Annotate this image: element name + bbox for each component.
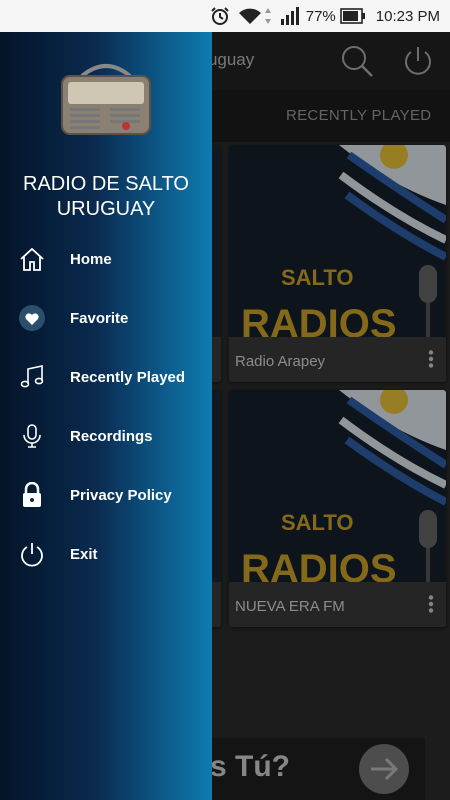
music-note-icon (18, 363, 46, 391)
menu-item-label: Privacy Policy (70, 486, 172, 504)
battery-percent: 77% (305, 7, 336, 25)
menu-item-label: Exit (70, 545, 98, 563)
app-name: RADIO DE SALTO URUGUAY (0, 172, 212, 222)
battery-icon (339, 8, 366, 24)
menu-item-label: Recently Played (70, 368, 186, 386)
menu-item-label: Home (70, 250, 112, 268)
menu-item-recordings[interactable]: Recordings (0, 409, 212, 463)
status-bar: 77% 10:23 PM (0, 0, 450, 32)
microphone-icon (18, 422, 46, 450)
menu-item-label: Favorite (70, 309, 129, 327)
app-name-line2: URUGUAY (56, 198, 156, 220)
clock: 10:23 PM (375, 7, 440, 25)
menu-item-privacy-policy[interactable]: Privacy Policy (0, 468, 212, 522)
signal-icon (280, 7, 300, 25)
navigation-drawer: RADIO DE SALTO URUGUAY Home Favorite Rec… (0, 32, 212, 800)
app-name-line1: RADIO DE SALTO (23, 173, 189, 195)
lock-icon (18, 481, 46, 509)
menu-item-home[interactable]: Home (0, 232, 212, 286)
wifi-icon (238, 6, 262, 26)
menu-item-favorite[interactable]: Favorite (0, 291, 212, 345)
data-arrows-icon (264, 7, 272, 25)
heart-icon (18, 304, 46, 332)
radio-logo-icon (60, 56, 152, 138)
power-icon (18, 540, 46, 568)
home-icon (18, 245, 46, 273)
alarm-icon (210, 6, 230, 26)
menu-item-recently-played[interactable]: Recently Played (0, 350, 212, 404)
menu-item-label: Recordings (70, 427, 153, 445)
menu-item-exit[interactable]: Exit (0, 527, 212, 581)
